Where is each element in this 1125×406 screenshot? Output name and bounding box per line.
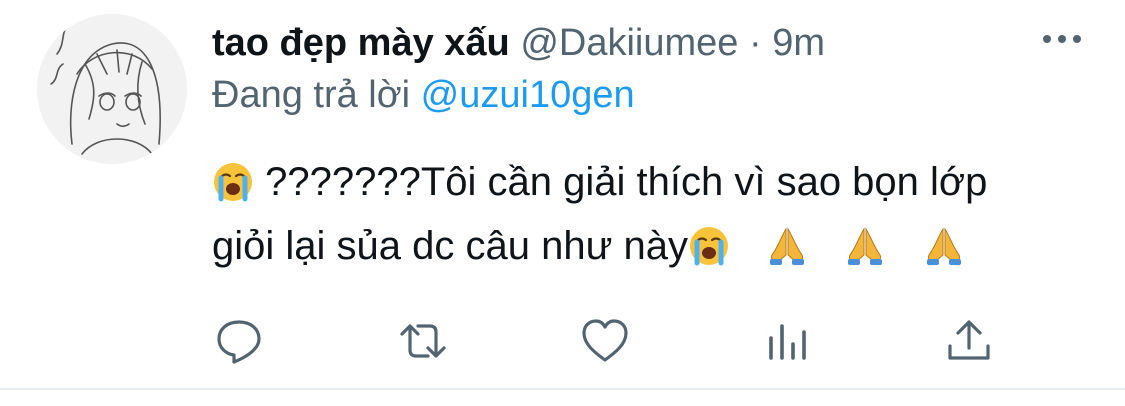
avatar-sketch-image (37, 14, 187, 164)
replying-to: Đang trả lời @uzui10gen (212, 72, 635, 118)
more-horizontal-icon (1043, 35, 1081, 43)
tweet[interactable]: tao đẹp mày xấu @Dakiiumee · 9m Đang trả… (0, 0, 1125, 388)
analytics-button[interactable] (763, 316, 813, 366)
display-name[interactable]: tao đẹp mày xấu (212, 22, 510, 64)
retweet-button[interactable] (398, 316, 448, 366)
share-upload-icon (948, 320, 990, 360)
user-handle[interactable]: @Dakiiumee (520, 22, 738, 64)
loudly-crying-face-icon (214, 163, 252, 202)
folded-hands-icon (770, 227, 805, 265)
bar-chart-icon (769, 324, 806, 360)
tweet-text-line2: giỏi lại sủa dc câu như này (212, 224, 688, 268)
separator-dot: · (748, 22, 762, 64)
more-options-button[interactable] (1032, 24, 1092, 54)
reply-prefix: Đang trả lời (212, 74, 411, 116)
tweet-actions (0, 316, 1125, 366)
folded-hands-icon (926, 227, 961, 265)
timestamp[interactable]: 9m (772, 22, 825, 64)
heart-icon (582, 319, 628, 362)
divider (0, 388, 1125, 390)
reply-bubble-icon (217, 320, 261, 364)
tweet-header: tao đẹp mày xấu @Dakiiumee · 9m (212, 20, 825, 66)
tweet-text-line-2: giỏi lại sủa dc câu như này (212, 214, 1092, 278)
reply-mention-link[interactable]: @uzui10gen (421, 74, 635, 116)
like-button[interactable] (580, 316, 630, 366)
share-button[interactable] (944, 316, 994, 366)
tweet-text-line-1: ???????Tôi cần giải thích vì sao bọn lớp (212, 150, 1092, 214)
loudly-crying-face-icon (689, 227, 728, 266)
tweet-text: ???????Tôi cần giải thích vì sao bọn lớp… (212, 150, 1092, 278)
reply-button[interactable] (214, 316, 264, 366)
avatar[interactable] (37, 14, 187, 164)
folded-hands-icon (848, 227, 883, 265)
retweet-icon (400, 324, 446, 358)
tweet-text-line1: ???????Tôi cần giải thích vì sao bọn lớp (265, 160, 988, 204)
